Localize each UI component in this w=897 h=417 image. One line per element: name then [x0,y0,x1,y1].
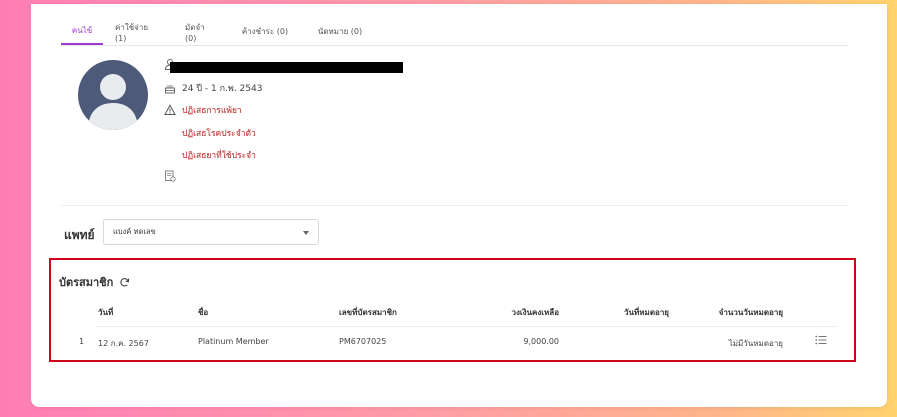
tab-appointments[interactable]: นัดหมาย (0) [301,18,379,45]
allergy-drug-text: ปฏิเสธการแพ้ยา [182,106,242,116]
person-silhouette-icon [88,74,138,130]
membership-title-text: บัตรสมาชิก [59,276,114,289]
chevron-down-icon [303,231,309,235]
column-header-balance: วงเงินคงเหลือ [511,308,559,317]
row-days-to-expiry: ไม่มีวันหมดอายุ [728,339,783,348]
row-index: 1 [79,337,85,346]
tab-deposit[interactable]: มัดจำ (0) [173,18,229,45]
column-header-days-to-expiry: จำนวนวันหมดอายุ [718,308,783,317]
note-row [164,170,182,182]
row-date: 12 ก.ค. 2567 [98,339,149,348]
column-header-date: วันที่ [98,308,114,317]
cake-icon [165,85,175,94]
table-divider [95,326,837,327]
tab-expenses[interactable]: ค่าใช้จ่าย (1) [103,18,173,45]
row-balance: 9,000.00 [523,337,559,346]
warning-icon [164,104,176,115]
row-name: Platinum Member [198,337,269,346]
row-card-number: PM6707025 [339,337,387,346]
tab-patient[interactable]: คนไข้ [61,18,103,45]
section-divider [61,205,848,206]
redacted-name [170,62,403,73]
tab-bar: คนไข้ ค่าใช้จ่าย (1) มัดจำ (0) ค้างชำระ … [61,18,848,46]
regular-medication-text: ปฏิเสธยาที่ใช้ประจำ [182,151,256,161]
doctor-selected-value: แบงค์ ทดเลข [113,227,156,236]
document-note-icon[interactable] [164,170,176,182]
membership-title: บัตรสมาชิก [59,273,130,291]
refresh-icon[interactable] [119,277,130,288]
chronic-disease-text: ปฏิเสธโรคประจำตัว [182,129,256,139]
list-menu-icon[interactable] [815,335,827,345]
patient-age-birth: 24 ปี - 1 ก.พ. 2543 [182,84,263,94]
column-header-card-number: เลขที่บัตรสมาชิก [339,308,397,317]
patient-card: คนไข้ ค่าใช้จ่าย (1) มัดจำ (0) ค้างชำระ … [31,4,887,407]
avatar [78,60,148,130]
allergy-row: ปฏิเสธการแพ้ยา [164,103,242,117]
doctor-label: แพทย์ [64,228,95,242]
tab-outstanding[interactable]: ค้างชำระ (0) [229,18,301,45]
membership-card-section: บัตรสมาชิก วันที่ ชื่อ เลขที่บัตรสมาชิก … [49,258,856,362]
patient-age-row: 24 ปี - 1 ก.พ. 2543 [164,81,262,95]
doctor-select[interactable]: แบงค์ ทดเลข [103,219,319,245]
column-header-expiry-date: วันที่หมดอายุ [624,308,669,317]
column-header-name: ชื่อ [198,308,209,317]
